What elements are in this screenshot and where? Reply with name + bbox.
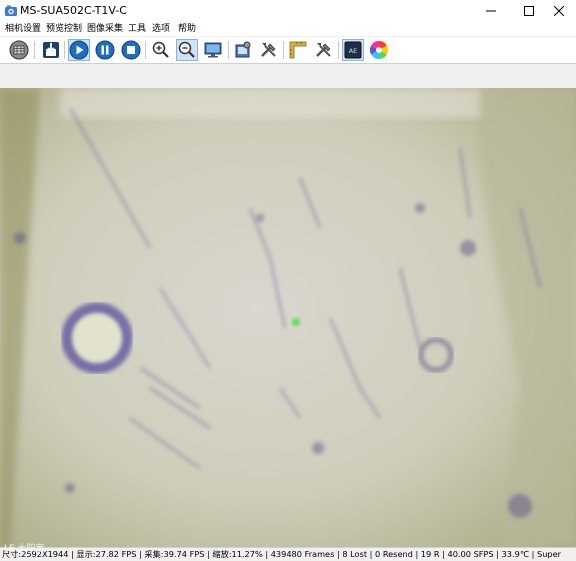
toolbar-separator bbox=[338, 41, 339, 59]
status-temperature: 33.9℃ bbox=[501, 549, 530, 559]
status-line: 尺寸:2592X1944 | 显示:27.82 FPS | 采集:39.74 F… bbox=[2, 549, 561, 559]
svg-text:AE: AE bbox=[349, 47, 358, 55]
close-icon bbox=[554, 6, 564, 16]
toolbar-separator bbox=[283, 41, 284, 59]
snapshot-icon bbox=[235, 41, 251, 58]
trigger-icon bbox=[43, 42, 59, 58]
status-mode: Super bbox=[537, 549, 561, 559]
minimize-button[interactable] bbox=[474, 0, 508, 22]
toolbar-separator bbox=[228, 41, 229, 59]
window-title: MS-SUA502C-T1V-C bbox=[20, 4, 127, 17]
toolbar-separator bbox=[145, 41, 146, 59]
toolbar-separator bbox=[34, 41, 35, 59]
menu-camera-settings[interactable]: 相机设置 bbox=[5, 22, 41, 36]
menu-image-capture[interactable]: 图像采集 bbox=[87, 22, 123, 36]
trigger-button[interactable] bbox=[40, 39, 62, 61]
menu-bar: 相机设置 预览控制 图像采集 工具 选项 帮助 bbox=[0, 22, 576, 36]
ruler-icon bbox=[289, 41, 307, 59]
snapshot-button[interactable] bbox=[232, 39, 254, 61]
maximize-icon bbox=[524, 6, 534, 16]
camera-list-icon bbox=[9, 40, 29, 60]
status-sfps: 40.00 SFPS bbox=[447, 549, 494, 559]
pause-icon bbox=[95, 40, 115, 60]
color-wheel-icon bbox=[369, 41, 389, 60]
status-resend: 0 Resend bbox=[375, 549, 413, 559]
zoom-out-icon bbox=[178, 41, 195, 58]
pause-button[interactable] bbox=[94, 39, 116, 61]
play-button[interactable] bbox=[68, 39, 90, 61]
toolbar-separator bbox=[64, 41, 65, 59]
menu-help[interactable]: 帮助 bbox=[178, 22, 196, 36]
auto-exposure-icon: AE bbox=[344, 41, 362, 59]
watermark: LE 太阳宝 bbox=[4, 544, 45, 554]
play-icon bbox=[69, 40, 89, 60]
camera-frame-image bbox=[0, 88, 576, 547]
status-frames: 439480 Frames bbox=[270, 549, 335, 559]
ruler-button[interactable] bbox=[287, 39, 309, 61]
camera-list-button[interactable] bbox=[8, 39, 30, 61]
color-wheel-button[interactable] bbox=[368, 39, 390, 61]
stop-button[interactable] bbox=[120, 39, 142, 61]
zoom-out-button[interactable] bbox=[176, 39, 198, 61]
app-icon bbox=[5, 5, 17, 16]
menu-preview-control[interactable]: 预览控制 bbox=[46, 22, 82, 36]
settings-tools-icon bbox=[261, 43, 276, 57]
title-bar: MS-SUA502C-T1V-C bbox=[0, 0, 576, 22]
stop-icon bbox=[121, 40, 141, 60]
status-capture-fps: 采集:39.74 FPS bbox=[144, 549, 205, 559]
app-window: MS-SUA502C-T1V-C 相机设置 预览控制 图像采集 工具 选项 帮助 bbox=[0, 0, 576, 561]
menu-tools[interactable]: 工具 bbox=[128, 22, 146, 36]
close-button[interactable] bbox=[542, 0, 576, 22]
minimize-icon bbox=[486, 10, 496, 12]
status-lost: 8 Lost bbox=[342, 549, 368, 559]
tools-button[interactable] bbox=[313, 39, 335, 61]
zoom-in-icon bbox=[152, 41, 169, 58]
zoom-in-button[interactable] bbox=[150, 39, 172, 61]
fit-screen-button[interactable] bbox=[202, 39, 224, 61]
settings-tools-button[interactable] bbox=[258, 39, 280, 61]
status-r: 19 R bbox=[420, 549, 440, 559]
auto-exposure-button[interactable]: AE bbox=[342, 39, 364, 61]
maximize-button[interactable] bbox=[512, 0, 546, 22]
status-bar: 尺寸:2592X1944 | 显示:27.82 FPS | 采集:39.74 F… bbox=[0, 547, 576, 561]
status-display-fps: 显示:27.82 FPS bbox=[76, 549, 137, 559]
status-zoom: 缩放:11.27% bbox=[212, 549, 263, 559]
menu-options[interactable]: 选项 bbox=[152, 22, 170, 36]
toolbar: AE bbox=[0, 37, 576, 64]
camera-preview[interactable] bbox=[0, 88, 576, 547]
fit-screen-icon bbox=[204, 42, 222, 58]
tools-icon bbox=[316, 43, 331, 57]
